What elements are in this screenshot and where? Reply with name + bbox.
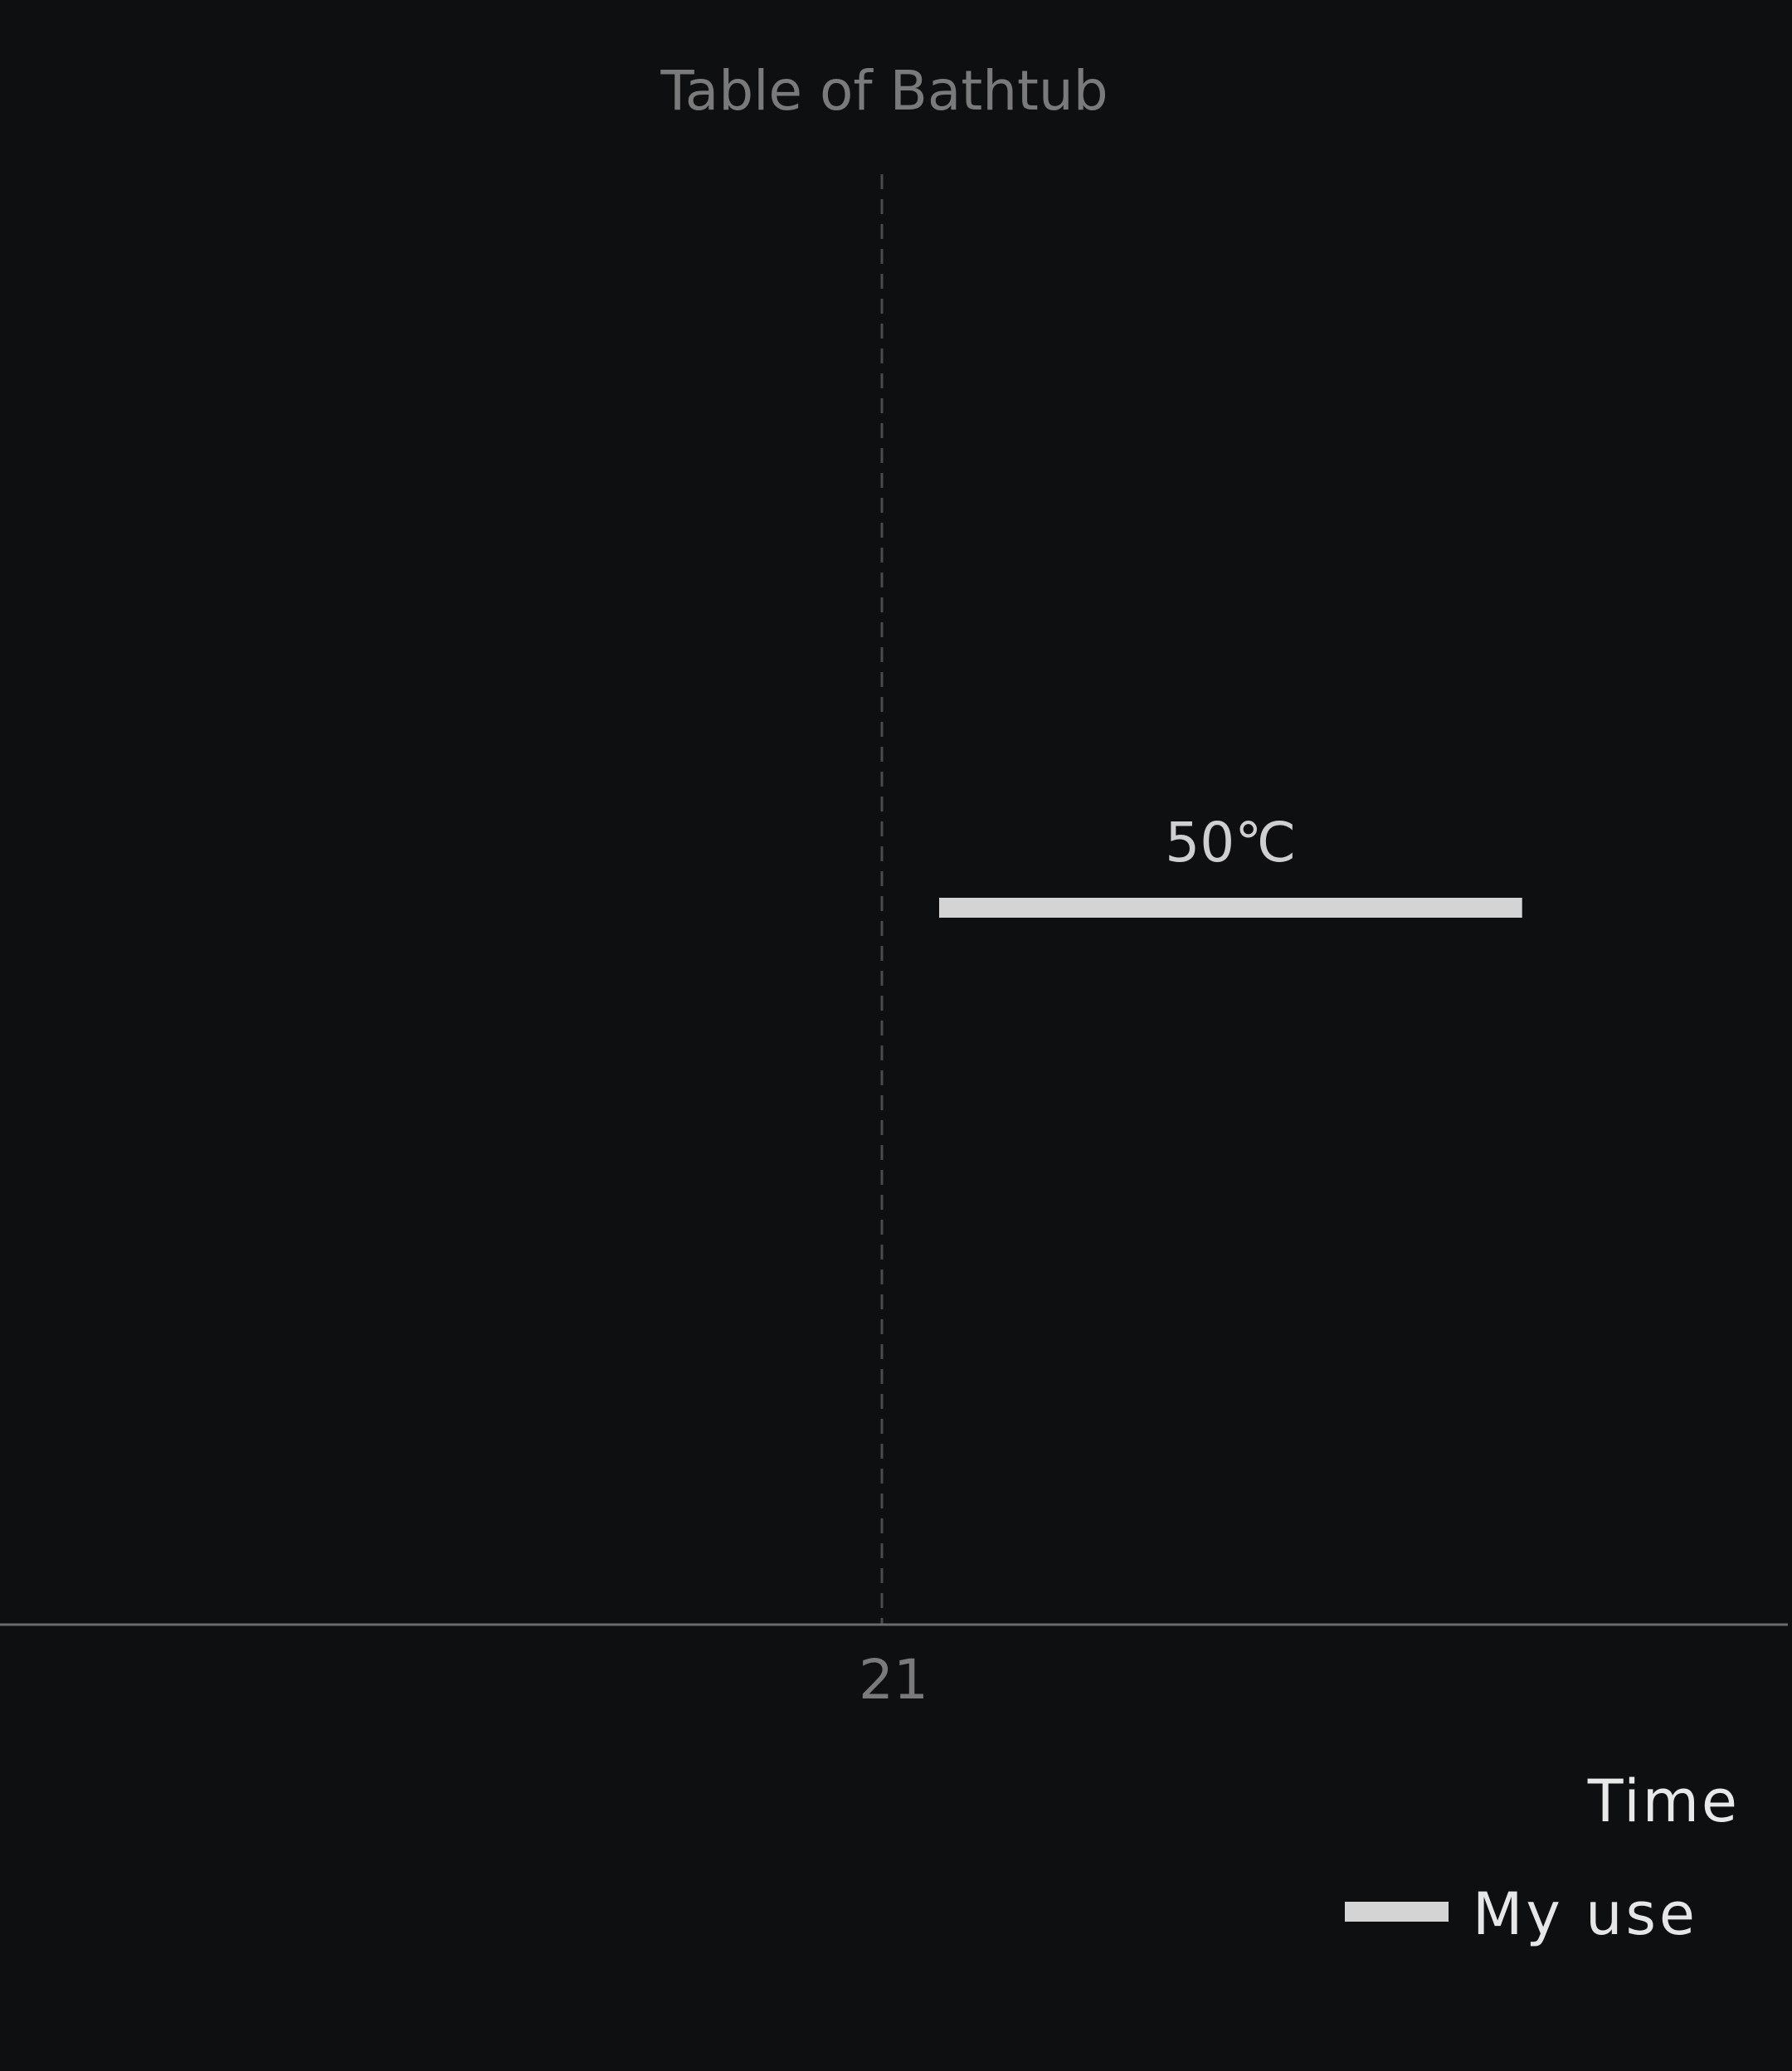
chart-title: Table of Bathtub — [660, 59, 1108, 123]
legend-swatch-my-use — [1345, 1902, 1449, 1922]
chart-background — [0, 0, 1792, 2071]
legend-label-my-use: My use — [1473, 1880, 1698, 1948]
x-tick-label: 21 — [859, 1648, 928, 1712]
data-label: 50℃ — [1165, 811, 1296, 875]
chart-canvas: Table of Bathtub 21 50℃ Time My use — [0, 0, 1792, 2071]
x-axis-title: Time — [1587, 1767, 1740, 1835]
x-tick-labels: 21 — [859, 1648, 928, 1712]
